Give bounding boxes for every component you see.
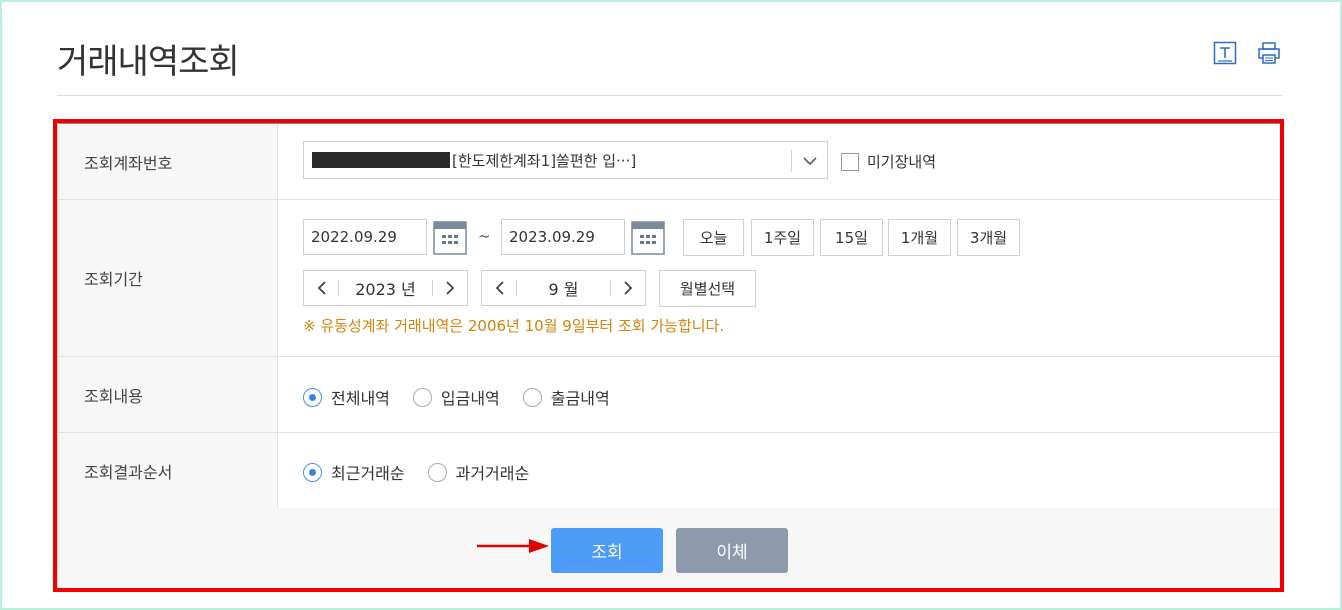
search-form: 조회계좌번호 [한도제한계좌1]쏠편한 입···] 미기장내역 조회기간 202…: [57, 122, 1282, 589]
order-past-option[interactable]: 과거거래순: [427, 460, 530, 484]
year-stepper: 2023 년: [303, 270, 468, 306]
unposted-checkbox-group[interactable]: 미기장내역: [841, 151, 936, 172]
content-all-option[interactable]: 전체내역: [303, 385, 390, 409]
end-date-input[interactable]: 2023.09.29: [501, 219, 625, 255]
radio-icon[interactable]: [412, 387, 432, 407]
year-next-icon[interactable]: [433, 271, 467, 305]
page-title: 거래내역조회: [57, 42, 240, 82]
unposted-checkbox-label: 미기장내역: [867, 153, 937, 171]
order-recent-option[interactable]: 최근거래순: [303, 460, 405, 484]
transfer-button[interactable]: 이체: [676, 528, 788, 573]
account-row: 조회계좌번호 [한도제한계좌1]쏠편한 입···] 미기장내역: [58, 124, 1281, 200]
masked-account-number: [312, 152, 450, 168]
order-past-label: 과거거래순: [455, 464, 530, 483]
content-label: 조회내용: [58, 357, 278, 432]
content-deposit-label: 입금내역: [440, 389, 500, 408]
month-prev-icon[interactable]: [482, 271, 516, 305]
order-recent-label: 최근거래순: [331, 464, 405, 483]
period-1month-button[interactable]: 1개월: [888, 219, 951, 256]
radio-icon[interactable]: [522, 387, 542, 407]
content-withdraw-option[interactable]: 출금내역: [522, 385, 610, 409]
red-arrow-icon: [477, 539, 549, 553]
chevron-down-icon[interactable]: [791, 150, 827, 172]
order-radio-group: 최근거래순 과거거래순: [303, 460, 552, 484]
search-button[interactable]: 조회: [551, 528, 663, 573]
period-today-button[interactable]: 오늘: [683, 219, 744, 256]
month-stepper: 9 월: [481, 270, 646, 306]
period-15day-button[interactable]: 15일: [820, 219, 883, 256]
form-actions: 조회 이체: [58, 508, 1281, 589]
title-divider: [57, 95, 1282, 96]
period-row: 조회기간 2022.09.29 ~ 2023.09.29 오늘 1주일 15일 …: [58, 200, 1281, 357]
month-value: 9 월: [548, 280, 579, 299]
account-select-value: [한도제한계좌1]쏠편한 입···]: [452, 151, 637, 170]
content-withdraw-label: 출금내역: [550, 389, 610, 408]
start-calendar-icon[interactable]: [433, 221, 467, 255]
top-toolbar: [1212, 40, 1282, 66]
start-date-input[interactable]: 2022.09.29: [303, 219, 427, 255]
year-prev-icon[interactable]: [304, 271, 338, 305]
content-row: 조회내용 전체내역 입금내역 출금내역: [58, 357, 1281, 433]
date-range-separator: ~: [478, 227, 491, 245]
month-select-button[interactable]: 월별선택: [659, 270, 756, 307]
order-label: 조회결과순서: [58, 433, 278, 508]
radio-selected-icon[interactable]: [303, 387, 322, 407]
unposted-checkbox[interactable]: [841, 152, 859, 171]
month-next-icon[interactable]: [611, 271, 645, 305]
period-notice: ※ 유동성계좌 거래내역은 2006년 10월 9일부터 조회 가능합니다.: [303, 317, 725, 335]
radio-icon[interactable]: [427, 462, 447, 482]
print-icon[interactable]: [1256, 40, 1282, 66]
end-calendar-icon[interactable]: [631, 221, 665, 255]
text-size-icon[interactable]: [1212, 40, 1238, 66]
order-row: 조회결과순서 최근거래순 과거거래순: [58, 433, 1281, 508]
content-deposit-option[interactable]: 입금내역: [412, 385, 500, 409]
content-radio-group: 전체내역 입금내역 출금내역: [303, 385, 633, 409]
radio-selected-icon[interactable]: [303, 462, 322, 482]
account-select[interactable]: [한도제한계좌1]쏠편한 입···]: [303, 141, 828, 179]
account-label: 조회계좌번호: [58, 124, 278, 199]
year-value: 2023 년: [355, 280, 416, 299]
period-label: 조회기간: [58, 200, 278, 356]
content-all-label: 전체내역: [331, 389, 390, 408]
period-1week-button[interactable]: 1주일: [751, 219, 814, 256]
period-3month-button[interactable]: 3개월: [957, 219, 1020, 256]
